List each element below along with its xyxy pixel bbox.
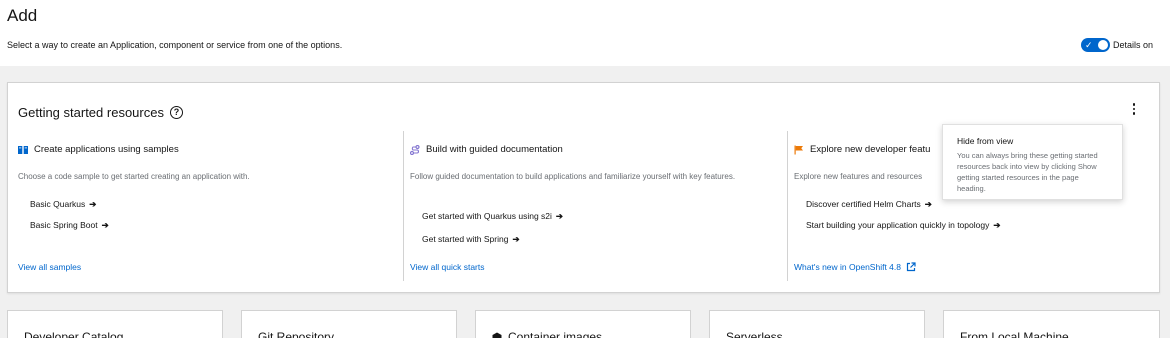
book-icon [18,145,28,154]
view-all-quick-starts-link[interactable]: View all quick starts [410,262,484,272]
arrow-right-icon: ➔ [512,234,520,244]
page-header: Add Select a way to create an Applicatio… [0,0,1170,66]
route-icon [410,144,420,155]
option-title: Developer Catalog [24,330,124,338]
samples-description: Choose a code sample to get started crea… [18,172,250,181]
arrow-right-icon: ➔ [993,220,1001,230]
quick-starts-description: Follow guided documentation to build app… [410,172,736,181]
quick-starts-column: Build with guided documentation Follow g… [403,131,773,281]
details-toggle-label: Details on [1113,40,1154,50]
arrow-right-icon: ➔ [89,199,97,209]
option-card-serverless[interactable]: Serverless [709,310,925,338]
option-card-container-images[interactable]: Container images [475,310,691,338]
feature-link-topology[interactable]: Start building your application quickly … [806,220,1000,231]
switch-knob [1098,40,1108,50]
page-title: Add [7,6,38,25]
view-all-samples-label: View all samples [18,262,82,272]
quick-start-link-quarkus[interactable]: Get started with Quarkus using s2i ➔ [422,211,563,222]
check-icon: ✓ [1085,40,1093,50]
arrow-right-icon: ➔ [101,220,109,230]
view-all-quick-starts-label: View all quick starts [410,262,485,272]
hide-from-view-tooltip[interactable]: Hide from view You can always bring thes… [942,124,1123,200]
page-description: Select a way to create an Application, c… [7,40,343,50]
option-title: Container images [508,330,603,338]
quick-start-link-quarkus-label: Get started with Quarkus using s2i [422,211,552,221]
sample-link-quarkus[interactable]: Basic Quarkus ➔ [30,199,96,210]
option-title: Serverless [726,330,783,338]
quick-start-link-spring-label: Get started with Spring [422,234,509,244]
new-features-heading-text: Explore new developer featu [810,144,931,155]
kebab-menu-icon[interactable] [1128,101,1140,117]
samples-column: Create applications using samples Choose… [18,131,388,281]
sample-link-spring[interactable]: Basic Spring Boot ➔ [30,220,109,231]
samples-heading-text: Create applications using samples [34,144,179,155]
option-card-local-machine[interactable]: From Local Machine [943,310,1160,338]
new-features-heading: Explore new developer featu [794,144,930,155]
getting-started-title: Getting started resources [18,105,164,120]
tooltip-body: You can always bring these getting start… [957,151,1098,193]
feature-link-helm-label: Discover certified Helm Charts [806,199,921,209]
tooltip-title: Hide from view [957,136,1014,146]
flag-icon [794,145,803,154]
getting-started-title-row: Getting started resources ? [18,105,183,120]
option-title: Git Repository [258,330,335,338]
cube-icon [492,332,502,338]
details-toggle[interactable]: ✓ Details on [1081,38,1153,52]
option-card-git-repository[interactable]: Git Repository [241,310,457,338]
quick-starts-heading-text: Build with guided documentation [426,144,563,155]
whats-new-label: What's new in OpenShift 4.8 [794,262,901,272]
sample-link-spring-label: Basic Spring Boot [30,220,98,230]
feature-link-topology-label: Start building your application quickly … [806,220,990,230]
arrow-right-icon: ➔ [924,199,932,209]
feature-link-helm[interactable]: Discover certified Helm Charts ➔ [806,199,932,210]
option-card-developer-catalog[interactable]: Developer Catalog [7,310,223,338]
samples-heading: Create applications using samples [18,144,179,155]
help-icon[interactable]: ? [169,106,183,119]
sample-link-quarkus-label: Basic Quarkus [30,199,86,209]
quick-start-link-spring[interactable]: Get started with Spring ➔ [422,234,520,245]
arrow-right-icon: ➔ [555,211,564,221]
view-all-samples-link[interactable]: View all samples [18,262,81,272]
quick-starts-heading: Build with guided documentation [410,144,563,155]
option-title: From Local Machine [960,330,1069,338]
details-switch[interactable]: ✓ [1081,38,1110,52]
external-link-icon [906,262,916,272]
whats-new-link[interactable]: What's new in OpenShift 4.8 [794,262,916,272]
